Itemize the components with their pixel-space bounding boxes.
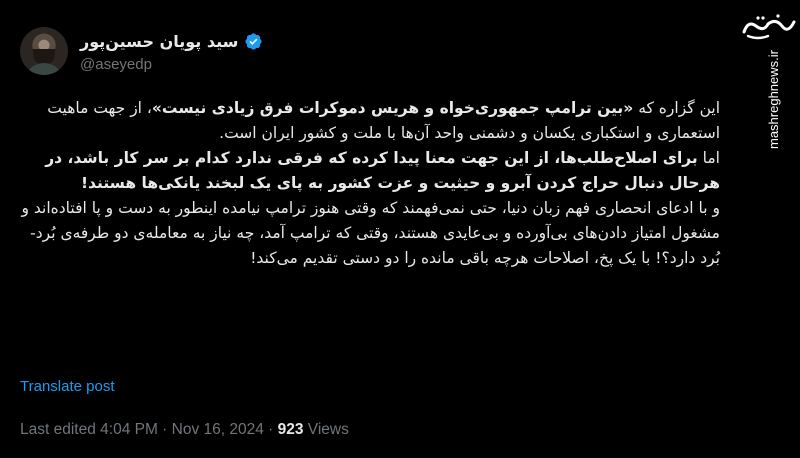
views-label: Views	[303, 421, 349, 438]
author-handle[interactable]: @aseyedp	[80, 56, 152, 73]
avatar[interactable]	[20, 27, 68, 75]
mashregh-logo	[742, 14, 796, 40]
tweet-paragraph-2: اما برای اصلاح‌طلب‌ها، از این جهت معنا پ…	[20, 146, 720, 196]
avatar-shoulders	[24, 63, 64, 75]
translate-post-link[interactable]: Translate post	[20, 378, 115, 395]
p2-bold-text: برای اصلاح‌طلب‌ها، از این جهت معنا پیدا …	[45, 149, 720, 192]
p3-text: و با ادعای انحصاری فهم زبان دنیا، حتی نم…	[21, 199, 720, 267]
views-count: 923	[277, 421, 304, 438]
tweet-paragraph-1: این گزاره که «بین ترامپ جمهوری‌خواه و هر…	[20, 96, 720, 146]
p2-text-before: اما	[697, 149, 720, 167]
tweet-meta: Last edited 4:04 PM · Nov 16, 2024 · 923…	[20, 421, 349, 439]
author-display-name[interactable]: سید پویان حسین‌پور	[80, 32, 238, 51]
verified-badge-icon	[245, 32, 262, 50]
p1-text-before: این گزاره که	[633, 99, 720, 117]
tweet-paragraph-3: و با ادعای انحصاری فهم زبان دنیا، حتی نم…	[20, 196, 720, 271]
edited-timestamp[interactable]: Last edited 4:04 PM · Nov 16, 2024 ·	[20, 421, 278, 438]
watermark-site-url: mashreghnews.ir	[766, 50, 781, 149]
p1-bold-quote: «بین ترامپ جمهوری‌خواه و هریس دموکرات فر…	[151, 99, 634, 117]
tweet-text: این گزاره که «بین ترامپ جمهوری‌خواه و هر…	[20, 96, 720, 271]
author-name-row: سید پویان حسین‌پور	[80, 30, 263, 52]
tweet-card: سید پویان حسین‌پور @aseyedp این گزاره که…	[0, 0, 760, 458]
